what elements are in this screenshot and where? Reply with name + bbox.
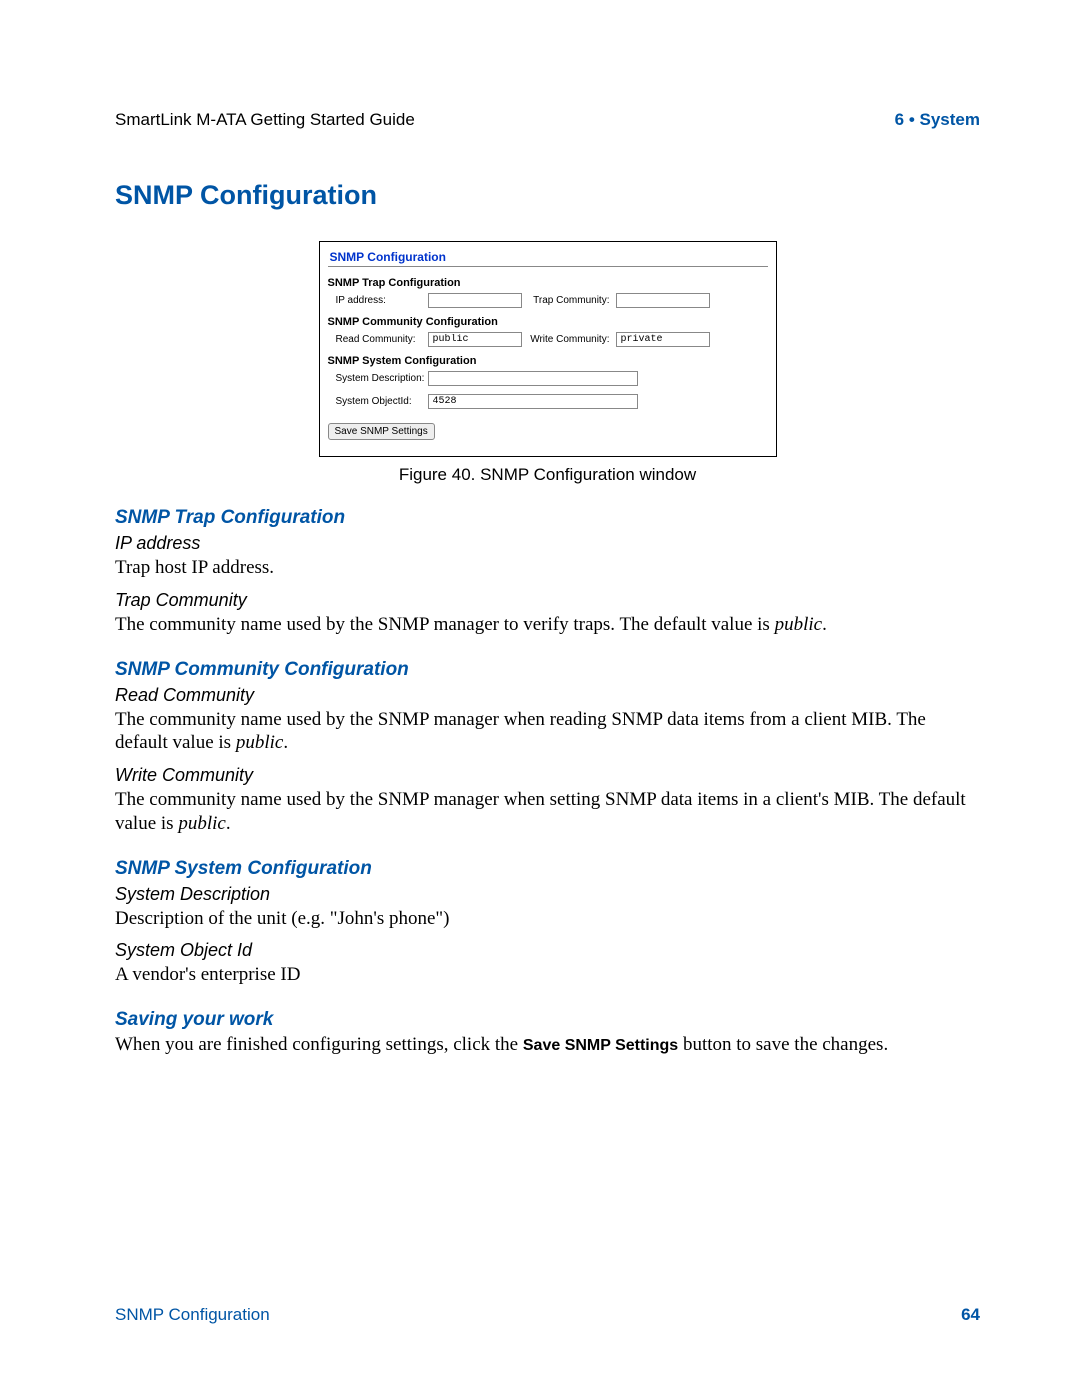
write-community-head: Write Community: [115, 765, 980, 786]
trap-community-body: The community name used by the SNMP mana…: [115, 613, 980, 637]
trap-community-input[interactable]: [616, 293, 710, 308]
ip-address-body: Trap host IP address.: [115, 556, 980, 580]
trap-community-head: Trap Community: [115, 590, 980, 611]
system-section-title: SNMP System Configuration: [328, 355, 768, 367]
ip-address-input[interactable]: [428, 293, 522, 308]
system-objectid-body: A vendor's enterprise ID: [115, 963, 980, 987]
figure-caption: Figure 40. SNMP Configuration window: [115, 465, 980, 485]
section-community-title: SNMP Community Configuration: [115, 659, 980, 681]
system-objectid-input[interactable]: [428, 394, 638, 409]
save-snmp-settings-button[interactable]: Save SNMP Settings: [328, 423, 435, 440]
footer-section: SNMP Configuration: [115, 1305, 270, 1325]
system-description-head: System Description: [115, 884, 980, 905]
trap-community-label: Trap Community:: [522, 295, 616, 306]
trap-section-title: SNMP Trap Configuration: [328, 277, 768, 289]
write-community-label: Write Community:: [522, 334, 616, 345]
panel-title: SNMP Configuration: [330, 250, 768, 264]
system-objectid-head: System Object Id: [115, 940, 980, 961]
ip-address-label: IP address:: [336, 295, 428, 306]
write-community-input[interactable]: [616, 332, 710, 347]
section-trap-title: SNMP Trap Configuration: [115, 507, 980, 529]
system-description-input[interactable]: [428, 371, 638, 386]
write-community-body: The community name used by the SNMP mana…: [115, 788, 980, 836]
read-community-body: The community name used by the SNMP mana…: [115, 708, 980, 756]
header-chapter: 6 • System: [895, 110, 980, 130]
system-description-body: Description of the unit (e.g. "John's ph…: [115, 907, 980, 931]
section-system-title: SNMP System Configuration: [115, 858, 980, 880]
page-title: SNMP Configuration: [115, 180, 980, 211]
ip-address-head: IP address: [115, 533, 980, 554]
read-community-head: Read Community: [115, 685, 980, 706]
snmp-config-window: SNMP Configuration SNMP Trap Configurati…: [319, 241, 777, 457]
system-description-label: System Description:: [336, 373, 428, 384]
section-saving-title: Saving your work: [115, 1009, 980, 1031]
read-community-label: Read Community:: [336, 334, 428, 345]
community-section-title: SNMP Community Configuration: [328, 316, 768, 328]
system-objectid-label: System ObjectId:: [336, 396, 428, 407]
saving-body: When you are finished configuring settin…: [115, 1033, 980, 1057]
footer-page-number: 64: [961, 1305, 980, 1325]
read-community-input[interactable]: [428, 332, 522, 347]
header-left: SmartLink M-ATA Getting Started Guide: [115, 110, 415, 130]
